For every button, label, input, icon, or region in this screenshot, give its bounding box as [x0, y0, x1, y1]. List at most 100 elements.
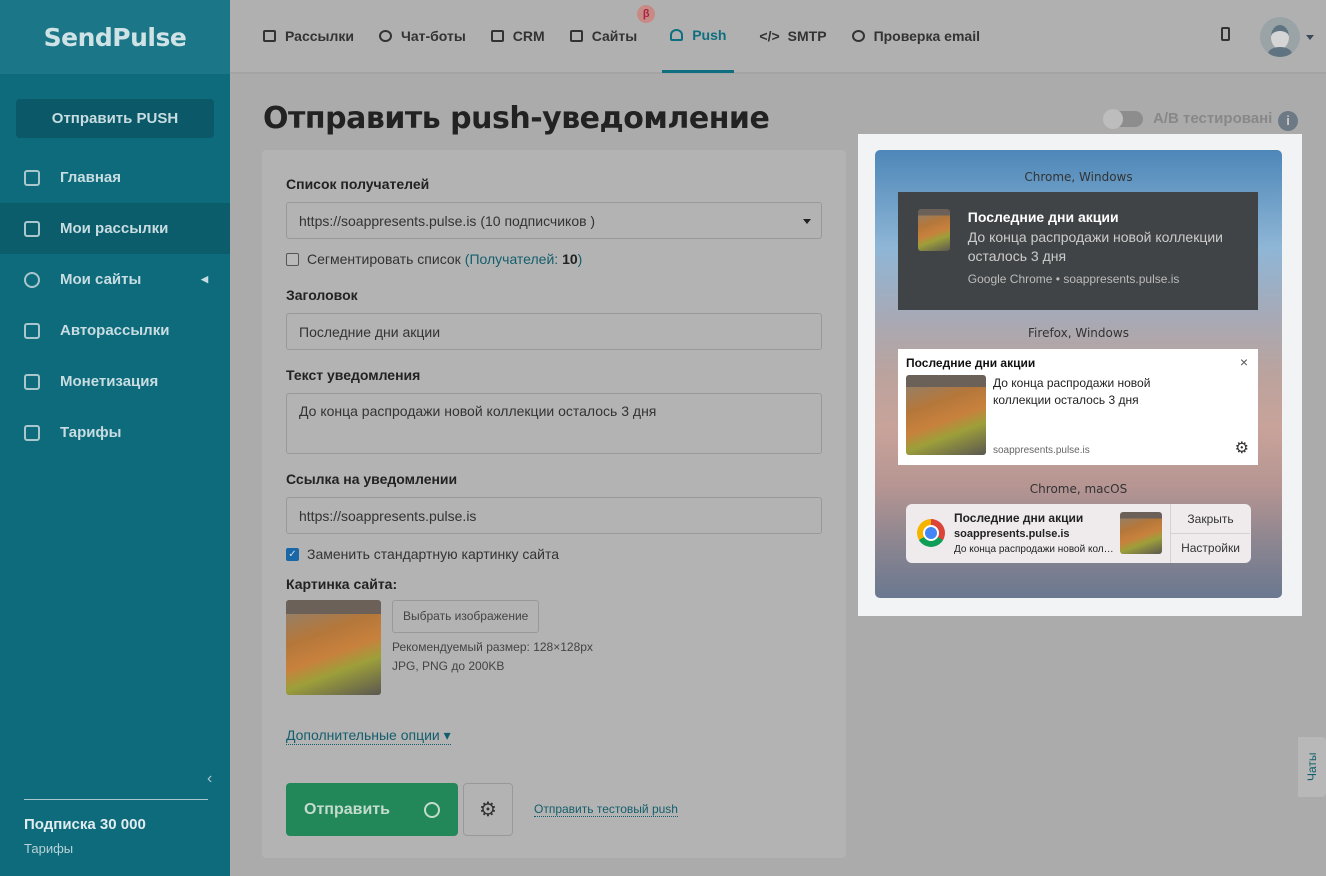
info-icon[interactable]: i — [1278, 111, 1298, 131]
chevron-down-icon — [803, 219, 811, 228]
send-button[interactable]: Отправить — [286, 783, 458, 836]
tab-label: Сайты — [591, 28, 638, 44]
checkbox[interactable] — [286, 252, 299, 266]
segment-checkbox[interactable]: Сегментировать список (Получателей: 10) — [286, 251, 822, 267]
sidebar-item-label: Мои рассылки — [60, 220, 169, 237]
sidebar-item-label: Тарифы — [60, 424, 122, 441]
more-options-label: Дополнительные опции — [286, 727, 440, 743]
globe-icon — [24, 271, 40, 288]
envelope-icon — [263, 30, 276, 42]
crm-icon — [490, 30, 504, 42]
sidebar-item-label: Авторассылки — [60, 322, 170, 339]
choose-image-button[interactable]: Выбрать изображение — [392, 600, 540, 633]
gear-icon: ⚙ — [1234, 440, 1249, 457]
site-image-thumbnail — [286, 600, 381, 695]
platform-label: Firefox, Windows — [1028, 326, 1129, 340]
send-label: Отправить — [304, 800, 390, 818]
sidebar-item-pricing[interactable]: Тарифы — [0, 407, 230, 458]
notification-image — [1120, 512, 1162, 554]
close-icon: × — [1239, 354, 1248, 370]
subscription-info: Подписка 30 000 Тарифы — [24, 799, 208, 856]
sidebar-item-my-campaigns[interactable]: Мои рассылки — [0, 203, 230, 254]
tab-push[interactable]: β Push — [637, 0, 735, 73]
notification-preview: Chrome, Windows Последние дни акции До к… — [875, 150, 1282, 598]
beta-badge: β — [637, 5, 656, 23]
title-input[interactable]: Последние дни акции — [286, 313, 822, 350]
tab-label: Чат-боты — [400, 28, 466, 44]
notification-body: До конца распродажи новой коллекции оста… — [967, 229, 1223, 264]
caret-down-icon: ▾ — [443, 727, 451, 743]
send-push-button[interactable]: Отправить PUSH — [16, 99, 214, 138]
page-title: Отправить push-уведомление — [263, 101, 770, 136]
toggle-switch[interactable] — [1103, 108, 1143, 129]
send-test-push-link[interactable]: Отправить тестовый push — [534, 802, 678, 817]
tab-email-verification[interactable]: Проверка email — [851, 0, 980, 73]
chat-icon — [378, 30, 392, 42]
ab-testing-toggle[interactable]: A/B тестировані — [1103, 108, 1273, 129]
image-format-hint: JPG, PNG до 200KB — [392, 659, 505, 673]
logo[interactable]: SendPulse — [0, 0, 230, 74]
text-label: Текст уведомления — [286, 367, 421, 383]
clock-icon[interactable] — [424, 801, 440, 818]
platform-label: Chrome, macOS — [1029, 482, 1128, 496]
chrome-windows-notification: Последние дни акции До конца распродажи … — [898, 192, 1258, 310]
push-form: Список получателей https://soappresents.… — [262, 150, 846, 858]
notification-source: Google Chrome • soappresents.pulse.is — [967, 272, 1180, 286]
firefox-windows-notification: Последние дни акции × До конца распродаж… — [898, 349, 1258, 465]
more-options-link[interactable]: Дополнительные опции ▾ — [286, 727, 451, 745]
settings-button[interactable]: ⚙ — [463, 783, 513, 836]
collapse-sidebar-icon[interactable]: ‹ — [207, 770, 212, 788]
sidebar-item-my-sites[interactable]: Мои сайты ◀ — [0, 254, 230, 305]
notification-source: soappresents.pulse.is — [993, 445, 1090, 456]
mobile-icon[interactable] — [1221, 27, 1230, 41]
replace-image-checkbox[interactable]: ✓ Заменить стандартную картинку сайта — [286, 546, 822, 562]
recipients-select[interactable]: https://soappresents.pulse.is (10 подпис… — [286, 202, 822, 239]
notification-body: До конца распродажи новой коллекции оста… — [954, 544, 1116, 555]
sidebar-item-label: Мои сайты — [60, 271, 142, 288]
automation-icon — [24, 322, 40, 339]
notification-icon — [918, 209, 950, 251]
tab-sites[interactable]: Сайты — [569, 0, 638, 73]
avatar[interactable] — [1260, 17, 1300, 57]
recipients-label: Список получателей — [286, 176, 430, 192]
count-label: (Получателей: — [464, 251, 563, 267]
notification-title: Последние дни акции — [967, 209, 1119, 225]
tab-label: Push — [692, 26, 727, 43]
wallet-icon — [24, 424, 40, 441]
pricing-link[interactable]: Тарифы — [24, 841, 208, 856]
monetization-icon — [24, 373, 40, 390]
gear-icon: ⚙ — [479, 799, 497, 821]
tab-label: CRM — [512, 28, 545, 44]
tab-campaigns[interactable]: Рассылки — [263, 0, 354, 73]
ab-testing-label: A/B тестировані — [1153, 110, 1273, 127]
sidebar: SendPulse Отправить PUSH Главная Мои рас… — [0, 0, 230, 876]
site-icon — [569, 30, 583, 42]
chevron-down-icon[interactable] — [1306, 35, 1314, 44]
text-textarea[interactable]: До конца распродажи новой коллекции оста… — [286, 393, 822, 454]
sidebar-item-home[interactable]: Главная — [0, 152, 230, 203]
sidebar-item-label: Главная — [60, 169, 122, 186]
campaigns-icon — [24, 220, 40, 237]
notification-site: soappresents.pulse.is — [954, 528, 1070, 540]
platform-label: Chrome, Windows — [1024, 170, 1133, 184]
image-size-hint: Рекомендуемый размер: 128×128px — [392, 640, 593, 654]
close-button: Закрыть — [1187, 511, 1234, 526]
count-value: 10 — [562, 251, 578, 267]
chevron-left-icon: ◀ — [201, 274, 208, 284]
chrome-macos-notification: Последние дни акции soappresents.pulse.i… — [906, 504, 1251, 563]
sidebar-item-monetization[interactable]: Монетизация — [0, 356, 230, 407]
sidebar-item-automation[interactable]: Авторассылки — [0, 305, 230, 356]
tab-label: Проверка email — [873, 28, 980, 44]
checkbox-checked[interactable]: ✓ — [286, 547, 299, 561]
link-input[interactable]: https://soappresents.pulse.is — [286, 497, 822, 534]
tab-label: SMTP — [787, 28, 827, 44]
tab-crm[interactable]: CRM — [490, 0, 545, 73]
settings-button: Настройки — [1171, 533, 1250, 562]
chats-tab[interactable]: Чаты — [1298, 737, 1326, 797]
tab-label: Рассылки — [285, 28, 354, 44]
tab-smtp[interactable]: </> SMTP — [759, 0, 826, 73]
tab-chatbots[interactable]: Чат-боты — [378, 0, 466, 73]
preview-panel: Chrome, Windows Последние дни акции До к… — [858, 134, 1302, 616]
count-close: ) — [577, 251, 583, 267]
chrome-icon — [917, 519, 945, 547]
